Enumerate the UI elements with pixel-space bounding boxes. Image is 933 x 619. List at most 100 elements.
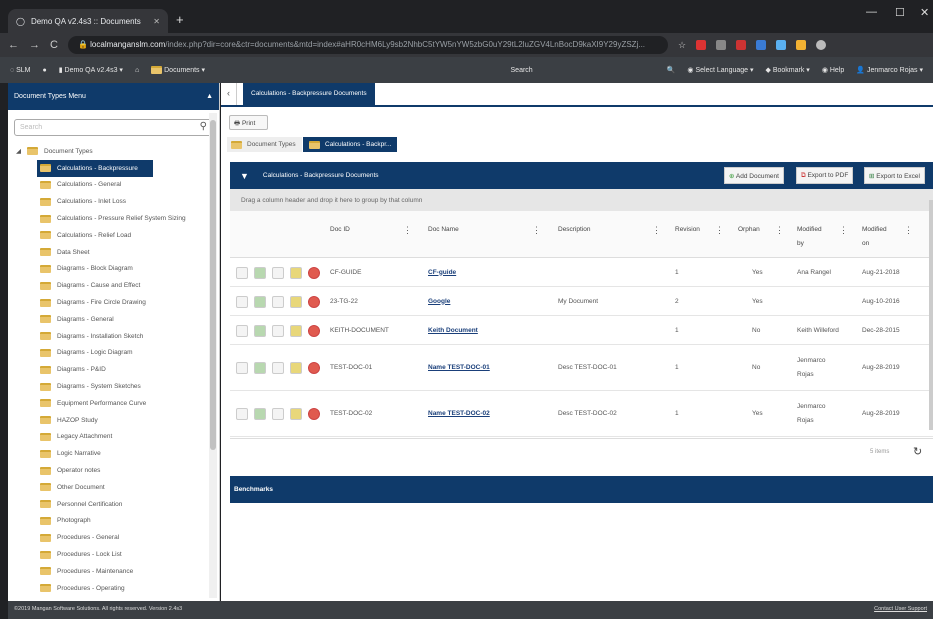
close-window-icon[interactable]: ✕ [920, 6, 929, 19]
sidebar-item[interactable]: Photograph [8, 513, 219, 530]
sidebar-item[interactable]: Data Sheet [8, 244, 219, 261]
upload-icon[interactable] [272, 408, 284, 420]
extension-icon[interactable] [716, 40, 727, 50]
edit-icon[interactable] [290, 295, 302, 308]
delete-icon[interactable] [308, 408, 320, 420]
sidebar-item[interactable]: Diagrams - General [8, 311, 219, 328]
edit-icon[interactable] [290, 408, 302, 420]
slm-menu[interactable]: ◌ SLM [10, 67, 31, 74]
sidebar-item[interactable]: Calculations - General [8, 177, 219, 194]
col-doc-id[interactable]: Doc ID ⋮ [330, 223, 412, 237]
export-pdf-button[interactable]: ⧉ Export to PDF [796, 167, 854, 184]
print-button[interactable]: 🖶 Print [229, 115, 268, 130]
upload-icon[interactable] [272, 295, 284, 308]
sidebar-item[interactable]: Calculations - Inlet Loss [8, 193, 219, 210]
sidebar-search-input[interactable]: Search ⚲ [14, 119, 213, 136]
view-icon[interactable] [236, 295, 248, 308]
view-icon[interactable] [236, 324, 248, 337]
sidebar-item[interactable]: Procedures - Lock List [8, 546, 219, 563]
new-tab-icon[interactable]: + [176, 12, 184, 27]
col-modified-on[interactable]: Modified on ⋮ [862, 223, 913, 251]
search-icon[interactable]: ⚲ [200, 121, 207, 132]
sidebar-item[interactable]: Procedures - Maintenance [8, 563, 219, 580]
forward-icon[interactable]: → [29, 39, 40, 51]
extension-icon[interactable] [696, 40, 707, 50]
tab-documents[interactable]: Calculations - Backpressure Documents [243, 83, 375, 105]
extension-icon[interactable] [796, 40, 807, 50]
cell-doc-name-link[interactable]: Google [428, 295, 450, 309]
sidebar-item[interactable]: Diagrams - Installation Sketch [8, 328, 219, 345]
extension-icon[interactable] [756, 40, 767, 50]
cell-doc-name-link[interactable]: Name TEST-DOC-01 [428, 361, 490, 375]
col-modified-by[interactable]: Modified by ⋮ [797, 223, 848, 251]
view-icon[interactable] [236, 362, 248, 374]
bookmark-menu[interactable]: ◆ Bookmark ▾ [766, 66, 810, 74]
edit-icon[interactable] [290, 362, 302, 374]
upload-icon[interactable] [272, 324, 284, 337]
col-description[interactable]: Description ⋮ [558, 223, 661, 237]
pdf-extension-icon[interactable] [736, 40, 747, 50]
col-revision[interactable]: Revision ⋮ [675, 223, 724, 237]
search-label[interactable]: Search [511, 67, 533, 74]
col-doc-name[interactable]: Doc Name ⋮ [428, 223, 541, 237]
table-row[interactable]: TEST-DOC-02 Name TEST-DOC-02 Desc TEST-DOC… [230, 391, 933, 437]
search-icon[interactable]: 🔍 [667, 66, 676, 74]
breadcrumb-root[interactable]: Document Types [227, 137, 302, 152]
tree-root[interactable]: ◢ Document Types [8, 143, 219, 160]
sidebar-item[interactable]: Calculations - Pressure Relief System Si… [8, 210, 219, 227]
sidebar-item[interactable]: HAZOP Study [8, 412, 219, 429]
sidebar-item[interactable]: Equipment Performance Curve [8, 395, 219, 412]
extension-icon[interactable] [776, 40, 787, 50]
home-icon[interactable]: ⌂ [135, 67, 139, 74]
sidebar-scroll-thumb[interactable] [210, 120, 216, 450]
sidebar-item[interactable]: Diagrams - Block Diagram [8, 261, 219, 278]
main-scrollbar[interactable] [929, 200, 933, 430]
download-icon[interactable] [254, 266, 266, 279]
back-icon[interactable]: ← [8, 39, 19, 51]
sidebar-item[interactable]: Diagrams - Fire Circle Drawing [8, 294, 219, 311]
sidebar-item[interactable]: Diagrams - Logic Diagram [8, 345, 219, 362]
download-icon[interactable] [254, 295, 266, 308]
globe-icon[interactable]: ● [43, 67, 47, 74]
delete-icon[interactable] [308, 362, 320, 374]
maximize-icon[interactable]: ☐ [895, 6, 905, 19]
add-document-button[interactable]: ⊕ Add Document [724, 167, 784, 184]
reload-icon[interactable]: C [50, 39, 58, 51]
profile-icon[interactable] [816, 40, 827, 50]
sidebar-item[interactable]: Diagrams - P&ID [8, 361, 219, 378]
export-excel-button[interactable]: ⊞ Export to Excel [864, 167, 925, 184]
refresh-icon[interactable]: ↻ [913, 445, 922, 458]
view-icon[interactable] [236, 408, 248, 420]
cell-doc-name-link[interactable]: Name TEST-DOC-02 [428, 407, 490, 421]
upload-icon[interactable] [272, 362, 284, 374]
collapse-icon[interactable]: ▲ [206, 93, 213, 100]
tabs-back-icon[interactable]: ‹ [221, 83, 237, 105]
help-menu[interactable]: ◉ Help [822, 66, 844, 74]
sidebar-item[interactable]: Calculations - Relief Load [8, 227, 219, 244]
sidebar-item[interactable]: Legacy Attachment [8, 429, 219, 446]
sidebar-item[interactable]: Personnel Certification [8, 496, 219, 513]
language-selector[interactable]: ◉ Select Language ▾ [687, 66, 753, 74]
sidebar-item[interactable]: Calculations - Backpressure [37, 159, 153, 177]
edit-icon[interactable] [290, 266, 302, 279]
col-orphan[interactable]: Orphan ⋮ [738, 223, 784, 237]
sidebar-item[interactable]: Procedures - Operating [8, 580, 219, 597]
table-row[interactable]: TEST-DOC-01 Name TEST-DOC-01 Desc TEST-DOC… [230, 345, 933, 391]
close-tab-icon[interactable]: ✕ [153, 17, 160, 26]
edit-icon[interactable] [290, 324, 302, 337]
sidebar-item[interactable]: Procedures - General [8, 529, 219, 546]
download-icon[interactable] [254, 408, 266, 420]
delete-icon[interactable] [308, 324, 320, 337]
filter-icon[interactable]: ▼ [240, 171, 249, 181]
sidebar-item[interactable]: Operator notes [8, 462, 219, 479]
cell-doc-name-link[interactable]: CF-guide [428, 266, 456, 280]
download-icon[interactable] [254, 324, 266, 337]
table-row[interactable]: 23-TG-22 Google My Document 2 Yes Aug-10-2016 [230, 287, 933, 316]
table-row[interactable]: CF-GUIDE CF-guide 1 Yes Ana Rangel Aug-21-201… [230, 258, 933, 287]
group-drop-area[interactable]: Drag a column header and drop it here to… [230, 189, 933, 211]
contact-support-link[interactable]: Contact User Support [874, 606, 927, 612]
sidebar-item[interactable]: Diagrams - System Sketches [8, 378, 219, 395]
view-icon[interactable] [236, 266, 248, 279]
browser-tab[interactable]: ◯ Demo QA v2.4s3 :: Documents ✕ [8, 9, 168, 33]
upload-icon[interactable] [272, 266, 284, 279]
